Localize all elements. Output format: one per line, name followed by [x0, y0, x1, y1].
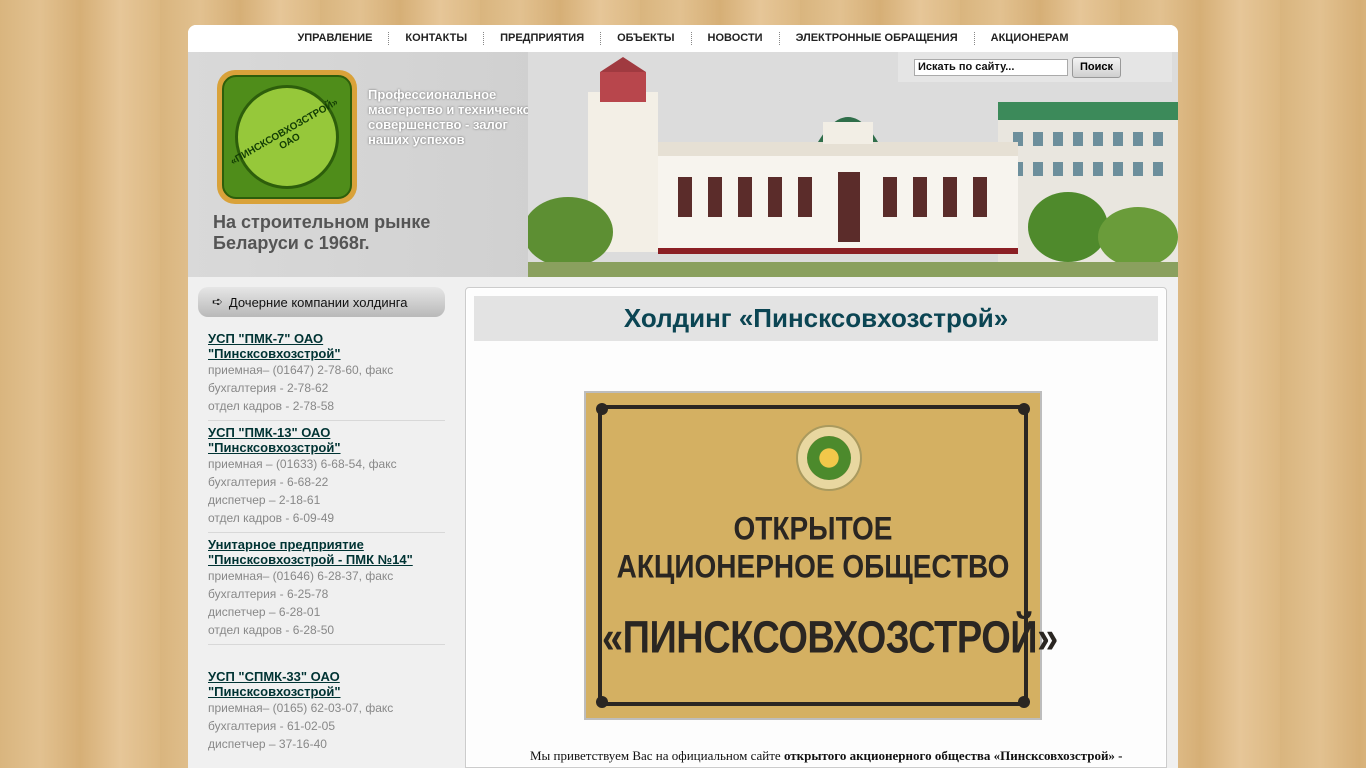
belarus-emblem-icon	[796, 425, 862, 491]
company-link-pmk13[interactable]: УСП "ПМК-13" ОАО "Пинсксовхозстрой"	[208, 425, 445, 455]
plaque-line-1: ОТКРЫТОЕ	[733, 510, 893, 547]
plaque-line-2: АКЦИОНЕРНОЕ ОБЩЕСТВО	[616, 548, 1010, 585]
search-input[interactable]	[914, 58, 1068, 76]
header-banner: «ПИНСКСОВХОЗСТРОЙ» ОАО Профессиональное …	[188, 52, 1178, 277]
welcome-text: Мы приветствуем Вас на официальном сайте…	[530, 748, 1123, 763]
company-item-pmk7: УСП "ПМК-7" ОАО "Пинсксовхозстрой" прием…	[208, 327, 445, 421]
nav-management[interactable]: УПРАВЛЕНИЕ	[281, 32, 390, 45]
company-link-spmk33[interactable]: УСП "СПМК-33" ОАО "Пинсксовхозстрой"	[208, 669, 445, 699]
rivet-icon	[1018, 696, 1030, 708]
building-illustration	[528, 52, 1178, 277]
rivet-icon	[596, 403, 608, 415]
header-sub-slogan: На строительном рынке Беларуси с 1968г.	[213, 212, 431, 253]
company-link-pmk7[interactable]: УСП "ПМК-7" ОАО "Пинсксовхозстрой"	[208, 331, 445, 361]
rivet-icon	[1018, 403, 1030, 415]
plaque-line-3: «ПИНСКСОВХОЗСТРОЙ»	[602, 612, 1058, 664]
search-button[interactable]: Поиск	[1072, 56, 1122, 78]
company-list: УСП "ПМК-7" ОАО "Пинсксовхозстрой" прием…	[198, 317, 445, 758]
nav-enterprises[interactable]: ПРЕДПРИЯТИЯ	[484, 32, 602, 45]
page-title: Холдинг «Пинсксовхозстрой»	[474, 296, 1158, 341]
nav-news[interactable]: НОВОСТИ	[692, 32, 780, 45]
company-plaque-image: ОТКРЫТОЕ АКЦИОНЕРНОЕ ОБЩЕСТВО «ПИНСКСОВХ…	[584, 391, 1058, 720]
main-content: Холдинг «Пинсксовхозстрой» ОТКРЫТОЕ АКЦИ…	[465, 287, 1167, 768]
search-bar: Поиск	[898, 52, 1172, 82]
company-link-pmk14[interactable]: Унитарное предприятие "Пинсксовхозстрой …	[208, 537, 445, 567]
sidebar-title: ➪ Дочерние компании холдинга	[198, 287, 445, 317]
company-item-pmk14: Унитарное предприятие "Пинсксовхозстрой …	[208, 533, 445, 645]
company-logo[interactable]: «ПИНСКСОВХОЗСТРОЙ» ОАО	[217, 70, 357, 204]
page-wrapper: УПРАВЛЕНИЕ КОНТАКТЫ ПРЕДПРИЯТИЯ ОБЪЕКТЫ …	[188, 25, 1178, 768]
nav-electronic-appeals[interactable]: ЭЛЕКТРОННЫЕ ОБРАЩЕНИЯ	[780, 32, 975, 45]
content-area: ➪ Дочерние компании холдинга УСП "ПМК-7"…	[188, 277, 1178, 768]
top-navigation: УПРАВЛЕНИЕ КОНТАКТЫ ПРЕДПРИЯТИЯ ОБЪЕКТЫ …	[188, 25, 1178, 52]
arrow-right-icon: ➪	[212, 294, 223, 309]
sidebar: ➪ Дочерние компании холдинга УСП "ПМК-7"…	[198, 287, 445, 758]
nav-shareholders[interactable]: АКЦИОНЕРАМ	[975, 32, 1085, 45]
rivet-icon	[596, 696, 608, 708]
company-item-spmk33: УСП "СПМК-33" ОАО "Пинсксовхозстрой" при…	[208, 665, 445, 758]
company-item-pmk13: УСП "ПМК-13" ОАО "Пинсксовхозстрой" прие…	[208, 421, 445, 533]
logo-text: «ПИНСКСОВХОЗСТРОЙ» ОАО	[228, 96, 340, 168]
nav-objects[interactable]: ОБЪЕКТЫ	[601, 32, 692, 45]
nav-contacts[interactable]: КОНТАКТЫ	[389, 32, 485, 45]
header-slogan: Профессиональное мастерство и техническо…	[368, 87, 538, 147]
